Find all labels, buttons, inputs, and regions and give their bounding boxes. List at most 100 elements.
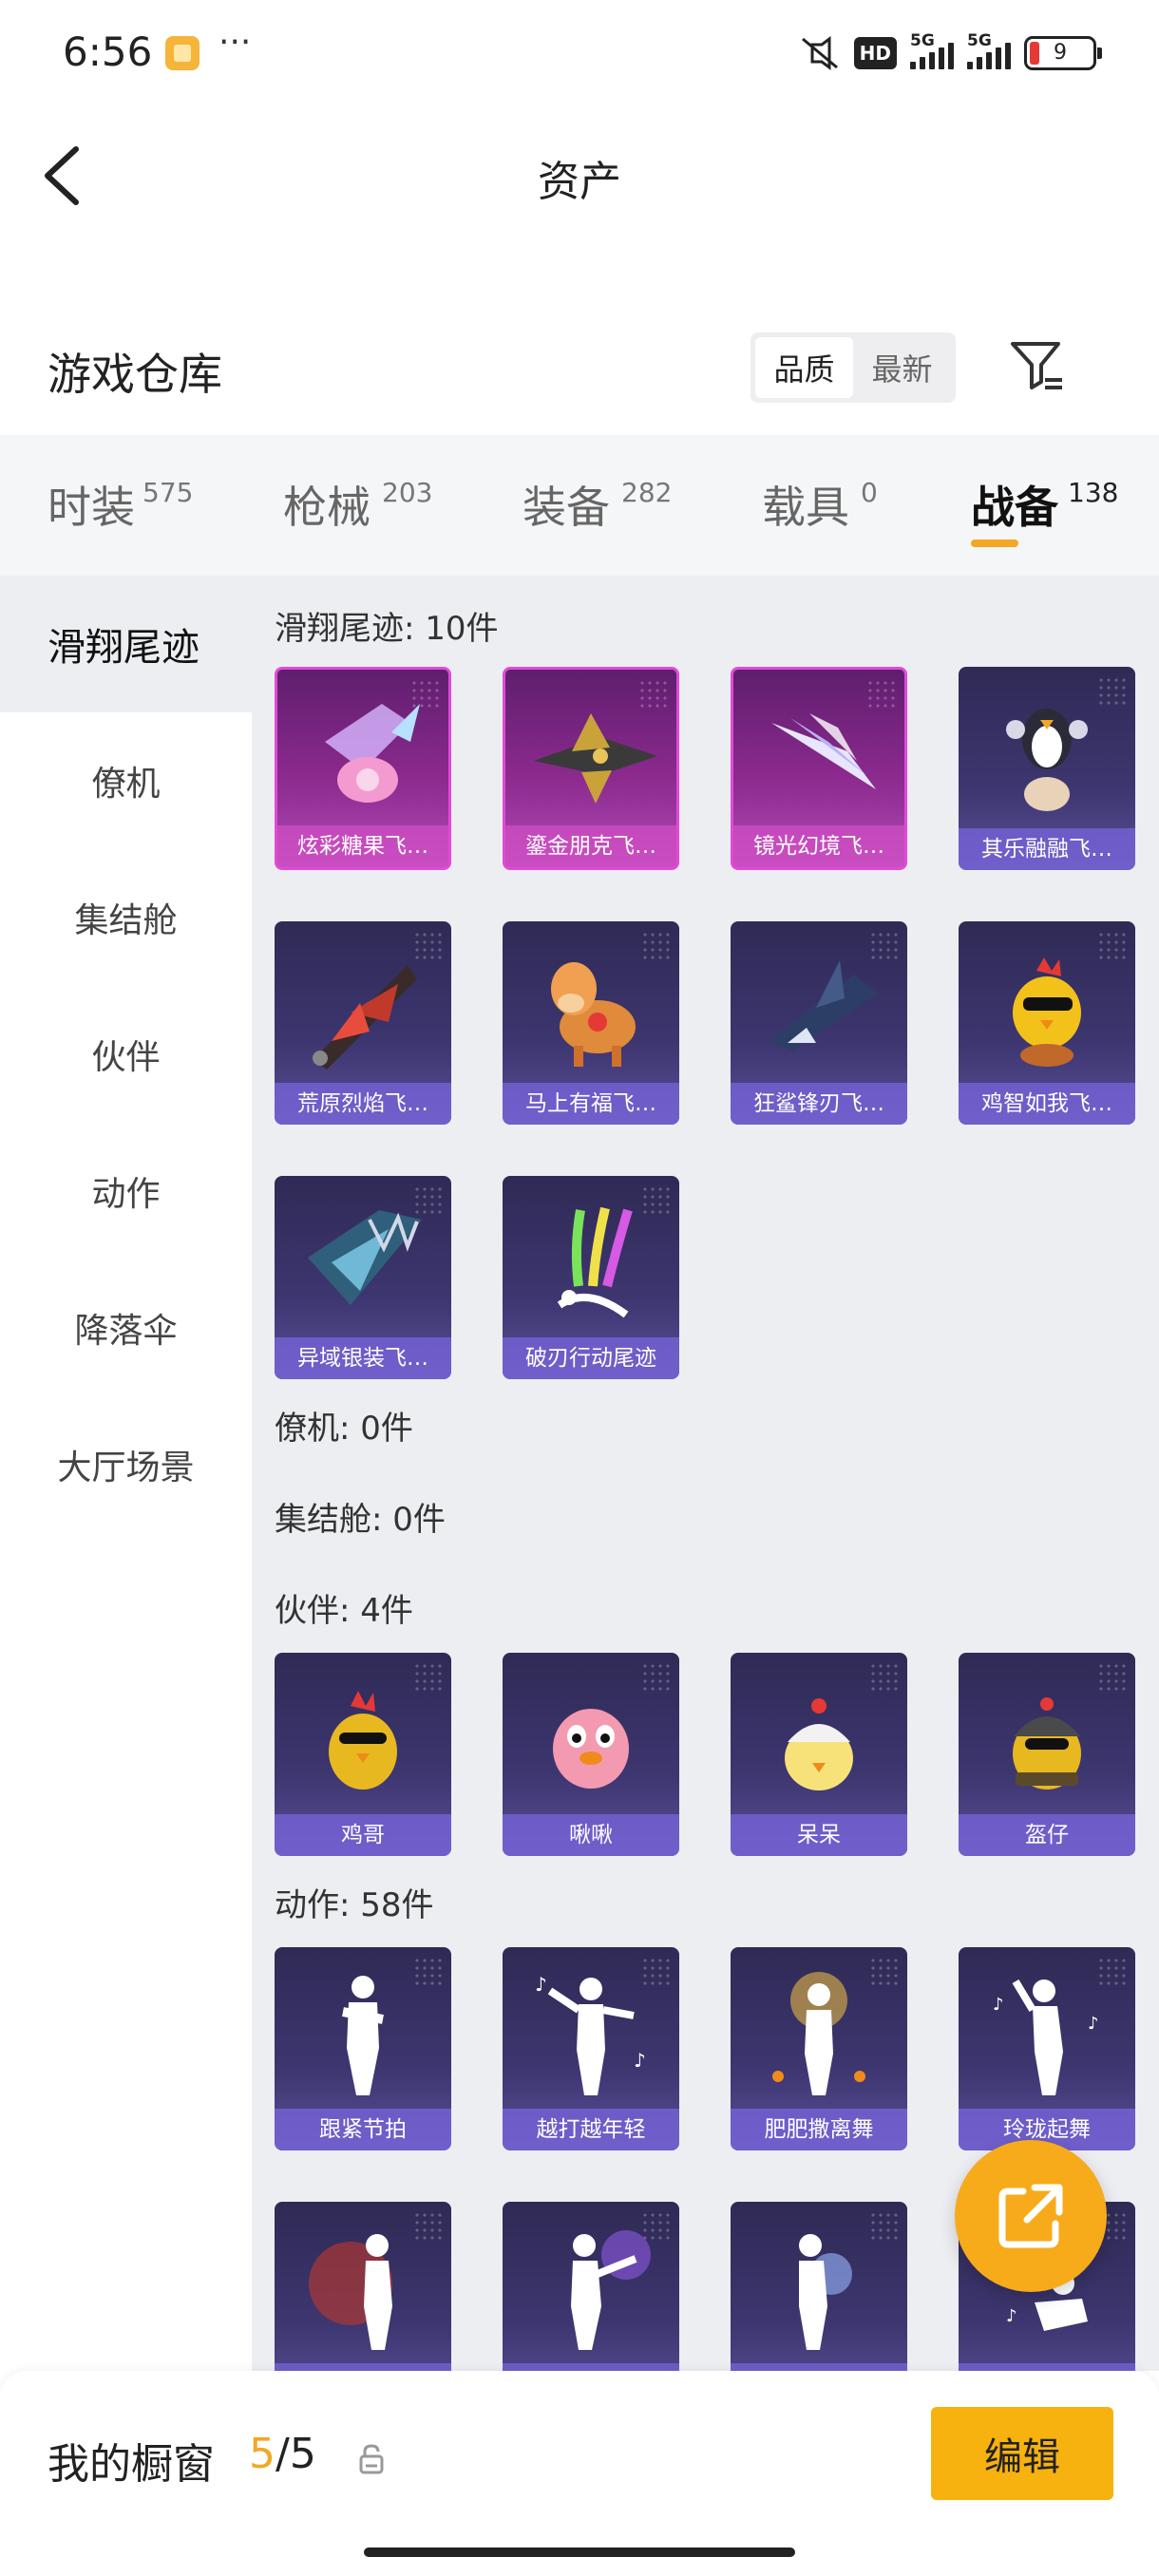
shark-glider-icon <box>769 960 878 1051</box>
item-tile[interactable]: 荒原烈焰飞… <box>275 921 451 1125</box>
item-tile[interactable]: 鎏金朋克飞… <box>503 667 679 870</box>
signal-icon-2: 5G <box>967 31 1011 69</box>
chicken-glider-icon <box>1013 957 1081 1067</box>
item-tile[interactable]: 跟紧节拍 <box>275 1947 451 2150</box>
item-name: 其乐融融飞… <box>959 828 1135 870</box>
item-tile[interactable]: ♪ ♪ 越打越年轻 <box>503 1947 679 2150</box>
status-icons: HD 5G 5G 9 <box>799 31 1102 72</box>
dance-kick-icon <box>571 2230 651 2350</box>
tab-vehicles[interactable]: 载具 0 <box>762 435 878 576</box>
svg-text:♪: ♪ <box>1006 2306 1017 2326</box>
share-icon <box>998 2184 1063 2248</box>
home-indicator[interactable] <box>364 2548 795 2557</box>
item-tile[interactable]: 呆呆 <box>731 1653 907 1856</box>
section-title: 游戏仓库 <box>48 349 222 400</box>
status-bar: 6:56 ··· HD 5G 5G 9 <box>0 0 1159 104</box>
tab-battle-prep[interactable]: 战备 138 <box>971 435 1123 576</box>
item-tile[interactable]: 镜光幻境飞… <box>731 667 907 870</box>
category-glide-trail[interactable]: 滑翔尾迹 <box>0 576 252 712</box>
filter-icon[interactable] <box>1007 336 1068 397</box>
battery-icon: 9 <box>1024 36 1102 70</box>
item-tile[interactable] <box>503 2202 679 2371</box>
tab-equipment[interactable]: 装备 282 <box>522 435 674 576</box>
item-name: 镜光幻境飞… <box>733 825 904 867</box>
item-name <box>731 2363 907 2371</box>
candy-glider-icon <box>325 704 420 803</box>
item-tile[interactable]: 盔仔 <box>959 1653 1135 1856</box>
item-tile[interactable]: 肥肥撒离舞 <box>731 1947 907 2150</box>
category-parachute[interactable]: 降落伞 <box>0 1260 252 1396</box>
showcase-bar: 我的橱窗 5/5 编辑 <box>0 2371 1159 2576</box>
category-lobby-scene[interactable]: 大厅场景 <box>0 1396 252 1533</box>
item-name: 跟紧节拍 <box>275 2109 451 2150</box>
smoke-trail-icon <box>557 1206 633 1318</box>
item-name: 异域银装飞… <box>275 1337 451 1379</box>
item-name: 鸡智如我飞… <box>959 1083 1135 1125</box>
edit-button[interactable]: 编辑 <box>931 2407 1113 2500</box>
horse-toy-icon <box>551 962 636 1067</box>
item-tile[interactable]: 鸡智如我飞… <box>959 921 1135 1125</box>
category-wingman[interactable]: 僚机 <box>0 712 252 849</box>
more-notifications-icon: ··· <box>218 23 252 62</box>
group-label-emote: 动作: 58件 <box>275 1886 434 1924</box>
item-name <box>959 2363 1135 2371</box>
item-tile[interactable]: 异域银装飞… <box>275 1176 451 1379</box>
category-partner[interactable]: 伙伴 <box>0 986 252 1123</box>
svg-text:♪: ♪ <box>634 2049 646 2072</box>
svg-text:♪: ♪ <box>993 1995 1004 2015</box>
penguin-glider-icon <box>1006 709 1088 811</box>
category-pod[interactable]: 集结舱 <box>0 849 252 986</box>
lock-icon <box>359 2444 384 2474</box>
active-tab-indicator <box>971 540 1018 547</box>
item-tile[interactable]: 马上有福飞… <box>503 921 679 1125</box>
category-emote[interactable]: 动作 <box>0 1123 252 1260</box>
hd-badge: HD <box>853 37 897 69</box>
sort-toggle: 品质 最新 <box>750 332 956 403</box>
notification-app-icon <box>165 36 200 70</box>
dance-sparkle-icon <box>772 1972 865 2095</box>
page-title: 资产 <box>538 158 621 206</box>
item-tile[interactable]: 啾啾 <box>503 1653 679 1856</box>
item-name: 盔仔 <box>959 1814 1135 1856</box>
item-tile[interactable]: 其乐融融飞… <box>959 667 1135 870</box>
punk-plane-icon <box>534 713 657 804</box>
item-tile[interactable]: ♪ ♪ 玲珑起舞 <box>959 1947 1135 2150</box>
item-name: 炫彩糖果飞… <box>277 825 448 867</box>
group-label-pod: 集结舱: 0件 <box>275 1501 446 1539</box>
silver-wing-icon <box>308 1210 422 1305</box>
item-grid-panel: 滑翔尾迹: 10件 炫彩糖果飞… 鎏金朋克飞… 镜光幻境飞… 其乐融融飞… 荒原… <box>252 576 1159 2371</box>
item-name: 狂鲨锋刃飞… <box>731 1083 907 1125</box>
main-tabs: 时装 575 枪械 203 装备 282 载具 0 战备 138 <box>0 435 1159 576</box>
group-label-partner: 伙伴: 4件 <box>275 1592 413 1630</box>
dance-music-icon: ♪ ♪ <box>535 1973 646 2095</box>
item-name: 呆呆 <box>731 1814 907 1856</box>
share-button[interactable] <box>955 2140 1107 2292</box>
tab-fashion[interactable]: 时装 575 <box>48 435 200 576</box>
item-name: 鸡哥 <box>275 1814 451 1856</box>
item-tile[interactable] <box>731 2202 907 2371</box>
app-root: 6:56 ··· HD 5G 5G 9 资产 游戏仓库 品质 最新 时装 575… <box>0 0 1159 2576</box>
item-tile[interactable]: 狂鲨锋刃飞… <box>731 921 907 1125</box>
dance-fire-icon <box>309 2234 392 2350</box>
item-name: 啾啾 <box>503 1814 679 1856</box>
item-tile[interactable] <box>275 2202 451 2371</box>
dance-orb-icon <box>799 2234 852 2350</box>
sort-quality-button[interactable]: 品质 <box>755 337 853 398</box>
item-tile[interactable]: 炫彩糖果飞… <box>275 667 451 870</box>
status-time: 6:56 <box>63 28 153 75</box>
sort-newest-button[interactable]: 最新 <box>853 337 951 398</box>
item-name <box>503 2363 679 2371</box>
item-tile[interactable]: 破刃行动尾迹 <box>503 1176 679 1379</box>
signal-icon: 5G <box>910 31 954 69</box>
mute-icon <box>801 36 838 70</box>
chicken-icon <box>329 1691 397 1790</box>
svg-text:♪: ♪ <box>535 1973 547 1996</box>
item-name: 肥肥撒离舞 <box>731 2109 907 2150</box>
item-name: 鎏金朋克飞… <box>505 825 676 867</box>
flame-glider-icon <box>313 965 417 1070</box>
tab-guns[interactable]: 枪械 203 <box>283 435 435 576</box>
item-name: 破刃行动尾迹 <box>503 1337 679 1379</box>
item-tile[interactable]: 鸡哥 <box>275 1653 451 1856</box>
helmet-chicken-icon <box>1013 1697 1081 1790</box>
item-name <box>275 2363 451 2371</box>
